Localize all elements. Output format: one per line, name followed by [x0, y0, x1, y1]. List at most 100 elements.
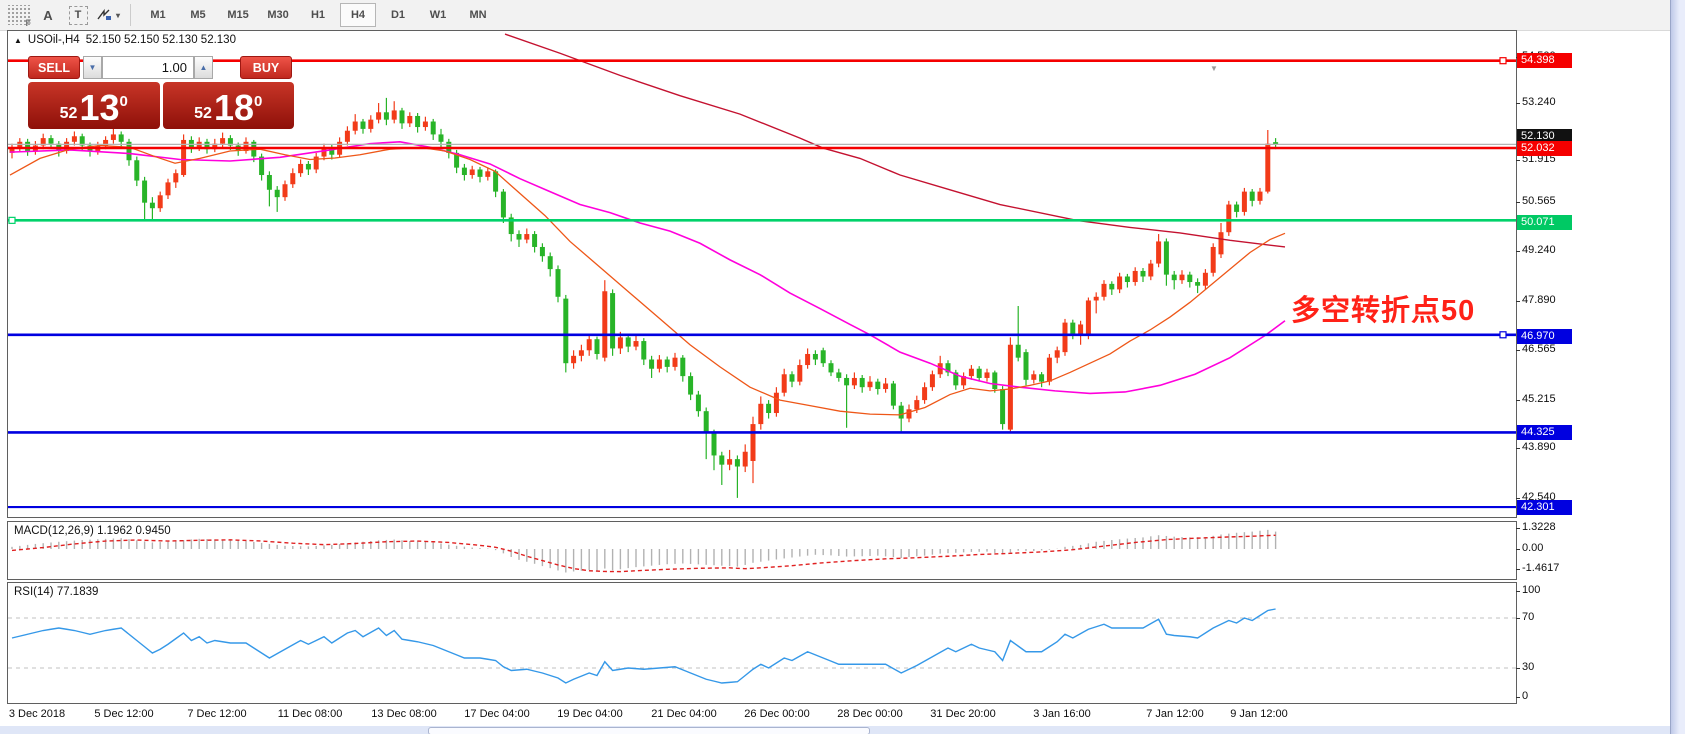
sell-price-quote[interactable]: 52 13 0 — [28, 82, 160, 129]
toolbar-separator — [130, 4, 131, 26]
macd-axis-tick-dash — [1516, 549, 1520, 550]
x-axis-label: 21 Dec 04:00 — [651, 708, 716, 720]
price-badge-46.970: 46.970 — [1517, 329, 1572, 344]
right-axis: 54.50053.24051.91550.56549.24047.89046.5… — [1517, 30, 1671, 726]
trend-annotation: 多空转折点50 — [1291, 287, 1475, 329]
y-axis-tick: 43.890 — [1522, 441, 1556, 453]
buy-price-pips: 18 — [214, 91, 254, 125]
autoscroll-marker-icon[interactable]: ▼ — [1210, 64, 1218, 73]
y-axis-tick-dash — [1516, 448, 1520, 449]
macd-axis-tick: 0.00 — [1522, 542, 1543, 554]
buy-price-point: 0 — [254, 82, 262, 122]
x-axis-label: 11 Dec 08:00 — [278, 708, 343, 720]
tab-timeframe-m30[interactable]: M30 — [260, 3, 296, 27]
y-axis-tick-dash — [1516, 103, 1520, 104]
line-handle[interactable] — [1500, 58, 1506, 64]
fast-ma-orange[interactable] — [10, 145, 1285, 414]
rsi-axis-tick-dash — [1516, 618, 1520, 619]
mid-ma-magenta[interactable] — [10, 142, 1285, 394]
macd-axis-tick: 1.3228 — [1522, 521, 1556, 533]
ohlc-quotes: 52.150 52.150 52.130 52.130 — [86, 34, 236, 46]
sell-price-prefix: 52 — [60, 103, 78, 125]
macd-label: MACD(12,26,9) 1.1962 0.9450 — [14, 525, 171, 537]
volume-input[interactable]: 1.00 — [102, 56, 194, 79]
x-axis-label: 26 Dec 00:00 — [744, 708, 809, 720]
rsi-canvas[interactable] — [8, 583, 1516, 703]
buy-price-quote[interactable]: 52 18 0 — [163, 82, 295, 129]
x-axis-label: 3 Jan 16:00 — [1033, 708, 1091, 720]
sell-button[interactable]: SELL — [28, 56, 80, 79]
tab-timeframe-d1[interactable]: D1 — [380, 3, 416, 27]
slow-ma-darkred[interactable] — [505, 34, 1285, 247]
x-axis-label: 5 Dec 12:00 — [94, 708, 153, 720]
tab-timeframe-m5[interactable]: M5 — [180, 3, 216, 27]
y-axis-tick: 50.565 — [1522, 195, 1556, 207]
horizontal-scrollbar-thumb[interactable] — [428, 727, 870, 734]
x-axis-label: 17 Dec 04:00 — [464, 708, 529, 720]
macd-axis-tick: -1.4617 — [1522, 562, 1559, 574]
sell-price-point: 0 — [120, 82, 128, 122]
timeframe-group: M1M5M15M30H1H4D1W1MN — [138, 3, 498, 27]
price-badge-54.398: 54.398 — [1517, 53, 1572, 68]
x-axis-label: 31 Dec 20:00 — [930, 708, 995, 720]
y-axis-tick-dash — [1516, 350, 1520, 351]
symbol-label: USOil-,H4 — [28, 34, 80, 46]
chevron-down-icon[interactable]: ▾ — [116, 11, 120, 20]
macd-canvas[interactable] — [8, 522, 1516, 579]
text-label-icon[interactable]: A — [36, 3, 60, 27]
shapes-arrow-icon[interactable]: ▾ — [96, 3, 120, 27]
y-axis-tick: 47.890 — [1522, 294, 1556, 306]
buy-price-prefix: 52 — [194, 103, 212, 125]
price-badge-44.325: 44.325 — [1517, 425, 1572, 440]
tab-timeframe-h4[interactable]: H4 — [340, 3, 376, 27]
symbol-collapse-icon[interactable]: ▲ — [14, 36, 22, 45]
one-click-trading-widget: SELL ▼ 1.00 ▲ BUY 52 13 0 52 18 0 — [28, 56, 294, 129]
tab-timeframe-mn[interactable]: MN — [460, 3, 496, 27]
line-handle[interactable] — [1500, 332, 1506, 338]
x-axis-label: 13 Dec 08:00 — [371, 708, 436, 720]
y-axis-tick-dash — [1516, 251, 1520, 252]
sell-price-pips: 13 — [79, 91, 119, 125]
y-axis-tick: 45.215 — [1522, 393, 1556, 405]
window-right-frame — [1670, 0, 1685, 734]
x-axis-label: 9 Jan 12:00 — [1230, 708, 1288, 720]
volume-decrease-button[interactable]: ▼ — [83, 56, 102, 79]
y-axis-tick-dash — [1516, 160, 1520, 161]
price-badge-50.071: 50.071 — [1517, 215, 1572, 230]
line-handle[interactable] — [9, 217, 15, 223]
tab-timeframe-w1[interactable]: W1 — [420, 3, 456, 27]
x-axis-label: 3 Dec 2018 — [9, 708, 65, 720]
shapes-arrow-glyph — [96, 7, 114, 23]
tab-timeframe-h1[interactable]: H1 — [300, 3, 336, 27]
rsi-axis-tick: 0 — [1522, 690, 1528, 702]
rsi-axis-tick: 100 — [1522, 584, 1540, 596]
rsi-axis-tick: 30 — [1522, 661, 1534, 673]
volume-increase-button[interactable]: ▲ — [194, 56, 213, 79]
y-axis-tick: 49.240 — [1522, 244, 1556, 256]
tab-timeframe-m1[interactable]: M1 — [140, 3, 176, 27]
text-box-icon[interactable]: T — [69, 6, 88, 25]
crosshair-grid-icon[interactable]: F — [6, 5, 30, 25]
toolbar: F A T ▾ M1M5M15M30H1H4D1W1MN — [0, 0, 1671, 31]
macd-axis-tick-dash — [1516, 528, 1520, 529]
y-axis-tick-dash — [1516, 301, 1520, 302]
price-badge-52.032: 52.032 — [1517, 141, 1572, 156]
macd-indicator-panel: MACD(12,26,9) 1.1962 0.9450 — [7, 521, 1517, 580]
macd-axis-tick-dash — [1516, 569, 1520, 570]
rsi-axis-tick: 70 — [1522, 611, 1534, 623]
x-axis-label: 7 Dec 12:00 — [187, 708, 246, 720]
rsi-axis-tick-dash — [1516, 591, 1520, 592]
chart-title: ▲ USOil-,H4 52.150 52.150 52.130 52.130 — [14, 34, 236, 46]
rsi-label: RSI(14) 77.1839 — [14, 586, 98, 598]
buy-button[interactable]: BUY — [240, 56, 292, 79]
rsi-axis-tick-dash — [1516, 697, 1520, 698]
x-axis-label: 28 Dec 00:00 — [837, 708, 902, 720]
x-axis-label: 7 Jan 12:00 — [1146, 708, 1204, 720]
x-axis-label: 19 Dec 04:00 — [557, 708, 622, 720]
mt4-window: F A T ▾ M1M5M15M30H1H4D1W1MN ▲ USOil-,H4… — [0, 0, 1685, 734]
y-axis-tick-dash — [1516, 400, 1520, 401]
date-axis[interactable]: 3 Dec 2018 5 Dec 12:00 7 Dec 12:00 11 Dec 0… — [7, 704, 1517, 726]
y-axis-tick: 53.240 — [1522, 96, 1556, 108]
tab-timeframe-m15[interactable]: M15 — [220, 3, 256, 27]
rsi-axis-tick-dash — [1516, 668, 1520, 669]
